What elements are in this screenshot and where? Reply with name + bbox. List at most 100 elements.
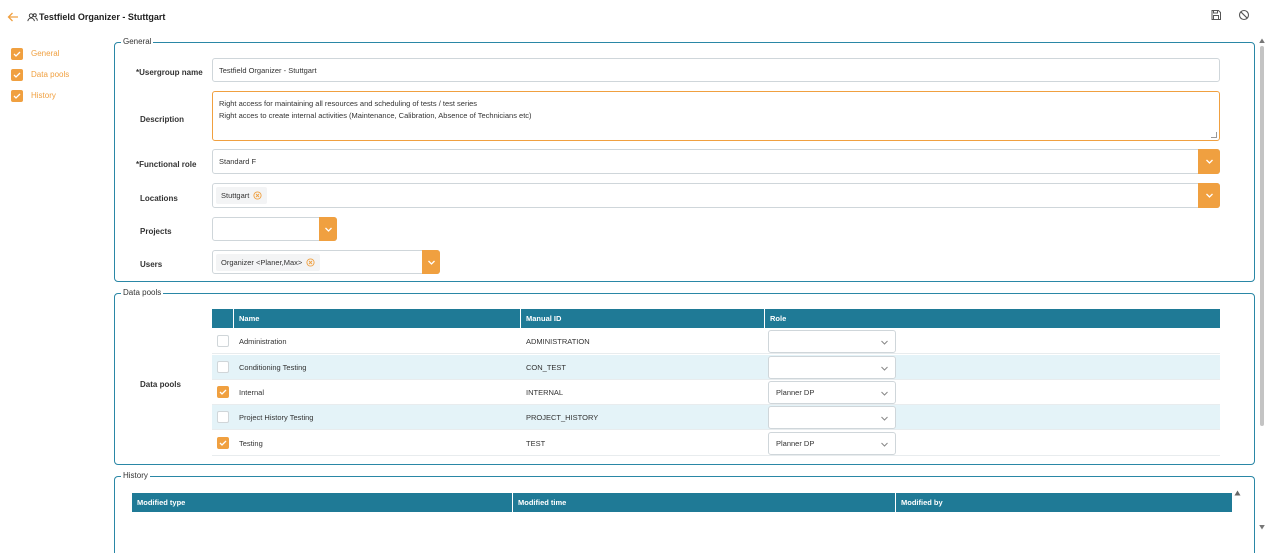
column-header-role[interactable]: Role	[765, 309, 1220, 328]
section-legend: Data pools	[121, 288, 164, 297]
description-line: Right acces to create internal activitie…	[219, 111, 532, 120]
description-line: Right access for maintaining all resourc…	[219, 99, 478, 108]
chevron-down-icon	[881, 442, 888, 447]
description-textarea[interactable]: Right access for maintaining all resourc…	[212, 91, 1220, 141]
row-manual-id: TEST	[526, 439, 546, 448]
remove-circle-icon[interactable]	[306, 257, 315, 267]
column-header-modified-time[interactable]: Modified time	[513, 493, 896, 512]
section-legend: History	[121, 471, 150, 480]
chevron-down-icon	[324, 227, 332, 232]
functional-role-label: *Functional role	[136, 160, 197, 169]
row-name: Administration	[239, 337, 287, 346]
functional-role-value: Standard F	[219, 157, 257, 166]
description-label: Description	[140, 115, 185, 124]
column-header-manual-id[interactable]: Manual ID	[521, 309, 765, 328]
nav-item-label: General	[31, 49, 60, 58]
save-icon[interactable]	[1210, 9, 1222, 21]
role-select[interactable]: Planner DP	[768, 381, 896, 404]
users-dropdown-button[interactable]	[422, 250, 440, 274]
role-value: Planner DP	[776, 388, 815, 397]
chevron-down-icon	[881, 340, 888, 345]
check-icon	[11, 89, 23, 102]
row-name: Internal	[239, 388, 265, 397]
page-title: Testfield Organizer - Stuttgart	[39, 12, 166, 22]
column-header-name[interactable]: Name	[234, 309, 521, 328]
chevron-down-icon	[427, 260, 435, 265]
check-icon	[11, 68, 23, 81]
back-arrow-icon[interactable]	[6, 10, 20, 24]
chevron-down-icon	[881, 366, 888, 371]
row-manual-id: INTERNAL	[526, 388, 564, 397]
user-chip: Organizer <Planer,Max>	[216, 253, 321, 271]
functional-role-dropdown-button[interactable]	[1198, 149, 1220, 174]
nav-item-history[interactable]: History	[11, 85, 101, 106]
column-header-modified-type[interactable]: Modified type	[132, 493, 513, 512]
projects-dropdown-button[interactable]	[319, 217, 337, 241]
data-pools-section: Data pools Data pools Name Manual ID Rol…	[114, 288, 1255, 465]
projects-select[interactable]	[212, 217, 337, 241]
header: Testfield Organizer - Stuttgart	[0, 0, 1266, 36]
row-name: Conditioning Testing	[239, 363, 307, 372]
nav-item-general[interactable]: General	[11, 43, 101, 64]
remove-circle-icon[interactable]	[253, 191, 262, 200]
check-icon	[219, 389, 227, 395]
scroll-down-icon[interactable]	[1259, 524, 1265, 530]
chevron-down-icon	[1205, 193, 1213, 198]
row-manual-id: ADMINISTRATION	[526, 337, 590, 346]
history-table-header: Modified type Modified time Modified by	[132, 493, 1232, 512]
check-icon	[11, 47, 23, 60]
row-manual-id: PROJECT_HISTORY	[526, 413, 599, 422]
role-value: Planner DP	[776, 439, 815, 448]
table-row[interactable]: Conditioning Testing CON_TEST	[212, 355, 1220, 380]
row-name: Project History Testing	[239, 413, 314, 422]
user-group-icon	[27, 13, 38, 22]
scroll-up-icon[interactable]	[1259, 38, 1265, 44]
chevron-down-icon	[1205, 159, 1213, 164]
history-section: History Modified type Modified time Modi…	[114, 471, 1255, 553]
role-select[interactable]	[768, 406, 896, 429]
column-header-modified-by[interactable]: Modified by	[896, 493, 1232, 512]
row-name: Testing	[239, 439, 263, 448]
row-manual-id: CON_TEST	[526, 363, 567, 372]
data-pools-table-header: Name Manual ID Role	[212, 309, 1220, 328]
general-section: General *Usergroup name Testfield Organi…	[114, 37, 1255, 282]
users-label: Users	[140, 260, 163, 269]
chevron-down-icon	[881, 391, 888, 396]
select-column-header	[212, 309, 234, 328]
usergroup-label: *Usergroup name	[136, 68, 203, 77]
row-checkbox[interactable]	[217, 361, 229, 373]
section-legend: General	[121, 37, 154, 46]
nav-item-data-pools[interactable]: Data pools	[11, 64, 101, 85]
table-row[interactable]: Project History Testing PROJECT_HISTORY	[212, 405, 1220, 430]
chevron-down-icon	[881, 416, 888, 421]
location-chip: Stuttgart	[216, 187, 268, 204]
locations-label: Locations	[140, 194, 178, 203]
section-nav: General Data pools History	[11, 43, 101, 106]
table-row[interactable]: Testing TEST Planner DP	[212, 431, 1220, 456]
scroll-up-icon[interactable]	[1234, 490, 1241, 496]
role-select[interactable]	[768, 356, 896, 379]
locations-select[interactable]: Stuttgart	[212, 183, 1220, 208]
scrollbar-thumb[interactable]	[1260, 46, 1264, 426]
chip-label: Organizer <Planer,Max>	[221, 257, 303, 267]
check-icon	[219, 440, 227, 446]
row-checkbox[interactable]	[217, 386, 229, 398]
row-checkbox[interactable]	[217, 437, 229, 449]
cancel-icon[interactable]	[1238, 9, 1250, 21]
chip-label: Stuttgart	[221, 191, 250, 200]
role-select[interactable]	[768, 330, 896, 353]
functional-role-select[interactable]: Standard F	[212, 149, 1220, 174]
resize-handle[interactable]	[1211, 132, 1217, 138]
projects-label: Projects	[140, 227, 172, 236]
table-row[interactable]: Internal INTERNAL Planner DP	[212, 380, 1220, 405]
row-checkbox[interactable]	[217, 335, 229, 347]
users-select[interactable]: Organizer <Planer,Max>	[212, 250, 440, 274]
usergroup-name-input[interactable]: Testfield Organizer - Stuttgart	[212, 58, 1220, 82]
usergroup-name-value: Testfield Organizer - Stuttgart	[219, 65, 317, 75]
data-pools-label: Data pools	[140, 380, 181, 389]
row-checkbox[interactable]	[217, 411, 229, 423]
nav-item-label: Data pools	[31, 70, 70, 79]
locations-dropdown-button[interactable]	[1198, 183, 1220, 208]
table-row[interactable]: Administration ADMINISTRATION	[212, 329, 1220, 354]
role-select[interactable]: Planner DP	[768, 432, 896, 455]
